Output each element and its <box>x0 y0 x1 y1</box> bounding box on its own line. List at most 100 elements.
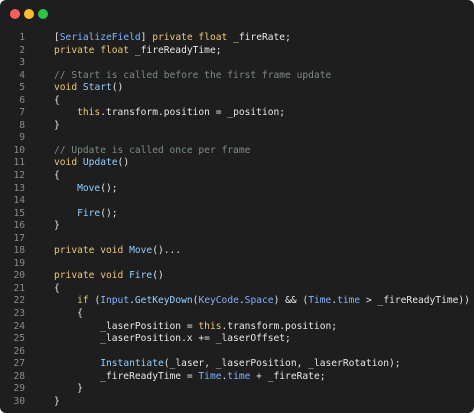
code-token: private float <box>152 32 228 43</box>
line-number: 27 <box>13 358 25 370</box>
code-token: () <box>117 157 130 169</box>
code-text: void Update() <box>54 157 129 170</box>
line-number: 2 <box>19 44 25 56</box>
code-text: if (Input.GetKeyDown(KeyCode.Space) && (… <box>54 295 470 308</box>
code-line: 5 void Start() <box>0 82 474 95</box>
code-text: Instantiate(_laser, _laserPosition, _las… <box>54 358 400 371</box>
code-text: } <box>54 383 83 396</box>
code-token: } <box>54 220 60 232</box>
line-number: 20 <box>13 270 25 282</box>
code-text: private void Fire() <box>54 270 164 283</box>
code-token: Move <box>77 182 101 194</box>
line-number: 6 <box>19 94 25 106</box>
code-text: _laserPosition.x += _laserOffset; <box>54 333 291 346</box>
code-text: { <box>54 308 83 321</box>
line-number: 21 <box>13 282 25 294</box>
code-token: // Start is called before the first fram… <box>54 69 332 81</box>
code-line: 8} <box>0 120 474 133</box>
code-token: Update <box>82 157 118 169</box>
code-token: time <box>337 295 361 307</box>
window-titlebar <box>0 0 474 26</box>
code-token: private void <box>54 245 124 257</box>
code-token: time <box>227 370 251 382</box>
code-token: Move <box>129 245 153 257</box>
code-line: 21 { <box>0 283 474 296</box>
code-token: } <box>54 395 60 407</box>
line-number: 9 <box>19 132 25 144</box>
code-text: this.transform.position = _position; <box>54 107 285 120</box>
code-token: ( <box>88 295 101 307</box>
code-text: _fireReadyTime = Time.time + _fireRate; <box>54 370 326 384</box>
code-token: if <box>77 295 89 307</box>
code-token: SerializeField <box>59 32 141 43</box>
code-token: .transform.position; <box>221 320 338 332</box>
code-token: { <box>54 282 60 294</box>
code-token: void <box>54 157 78 169</box>
line-number: 1 <box>19 32 25 43</box>
line-number: 7 <box>19 107 25 119</box>
code-line: 7 this.transform.position = _position; <box>0 107 474 120</box>
code-line: 4 // Start is called before the first fra… <box>0 70 474 83</box>
code-line: 19 <box>0 258 474 271</box>
line-number: 30 <box>13 395 25 407</box>
code-token: Time <box>308 295 332 307</box>
line-number: 11 <box>13 157 25 169</box>
code-window: 1 [SerializeField] private float _fireRat… <box>0 0 474 413</box>
line-number: 10 <box>13 144 25 156</box>
close-window-button[interactable] <box>10 9 20 19</box>
code-token: { <box>54 94 60 106</box>
code-line: 14 <box>0 195 474 208</box>
code-text: } <box>54 220 60 233</box>
code-line: 2 private float _fireReadyTime; <box>0 45 474 58</box>
code-line: 20 private void Fire() <box>0 270 474 283</box>
line-number: 23 <box>13 308 25 320</box>
code-line: 18 private void Move()... <box>0 245 474 258</box>
minimize-window-button[interactable] <box>24 9 34 19</box>
code-token: _fireReadyTime = <box>54 370 199 382</box>
code-token: () <box>152 270 164 282</box>
code-line: 17 <box>0 233 474 246</box>
code-token: Fire <box>129 270 153 282</box>
code-line: 12 { <box>0 170 474 183</box>
code-line: 15 Fire(); <box>0 208 474 221</box>
code-token: + _fireRate; <box>250 370 326 382</box>
line-number: 4 <box>19 69 25 81</box>
zoom-window-button[interactable] <box>38 9 48 19</box>
code-token: _laserPosition = <box>54 320 199 332</box>
line-number: 15 <box>13 207 25 219</box>
code-editor[interactable]: 1 [SerializeField] private float _fireRat… <box>0 32 474 408</box>
line-number: 3 <box>19 57 25 69</box>
code-line: 10 // Update is called once per frame <box>0 145 474 158</box>
code-token: ) && ( <box>273 295 309 307</box>
line-number: 22 <box>13 295 25 307</box>
code-token: () <box>111 82 124 94</box>
code-token: Space <box>244 295 274 307</box>
code-line: 13 Move(); <box>0 183 474 196</box>
code-token: Fire <box>77 207 101 219</box>
code-token: this <box>77 107 101 119</box>
code-token: KeyCode <box>198 295 239 307</box>
code-text: void Start() <box>54 82 123 95</box>
code-line: 11 void Update() <box>0 157 474 170</box>
code-text: [SerializeField] private float _fireRate… <box>54 32 291 45</box>
code-token: .transform.position = _position; <box>100 107 286 119</box>
code-text: { <box>54 95 60 108</box>
code-text: private float _fireReadyTime; <box>54 45 222 58</box>
code-line: 6{ <box>0 95 474 108</box>
code-token: GetKeyDown <box>134 295 193 307</box>
code-token: private float <box>54 44 130 56</box>
code-line: 9 <box>0 132 474 145</box>
line-number: 8 <box>19 119 25 131</box>
code-token: Instantiate <box>100 358 164 370</box>
line-number: 14 <box>13 195 25 207</box>
code-text: } <box>54 120 60 133</box>
code-text: } <box>54 396 60 409</box>
code-token: _laserPosition.x += _laserOffset; <box>54 333 291 345</box>
code-line: 1 [SerializeField] private float _fireRat… <box>0 32 474 45</box>
code-text: // Start is called before the first fram… <box>54 70 331 83</box>
